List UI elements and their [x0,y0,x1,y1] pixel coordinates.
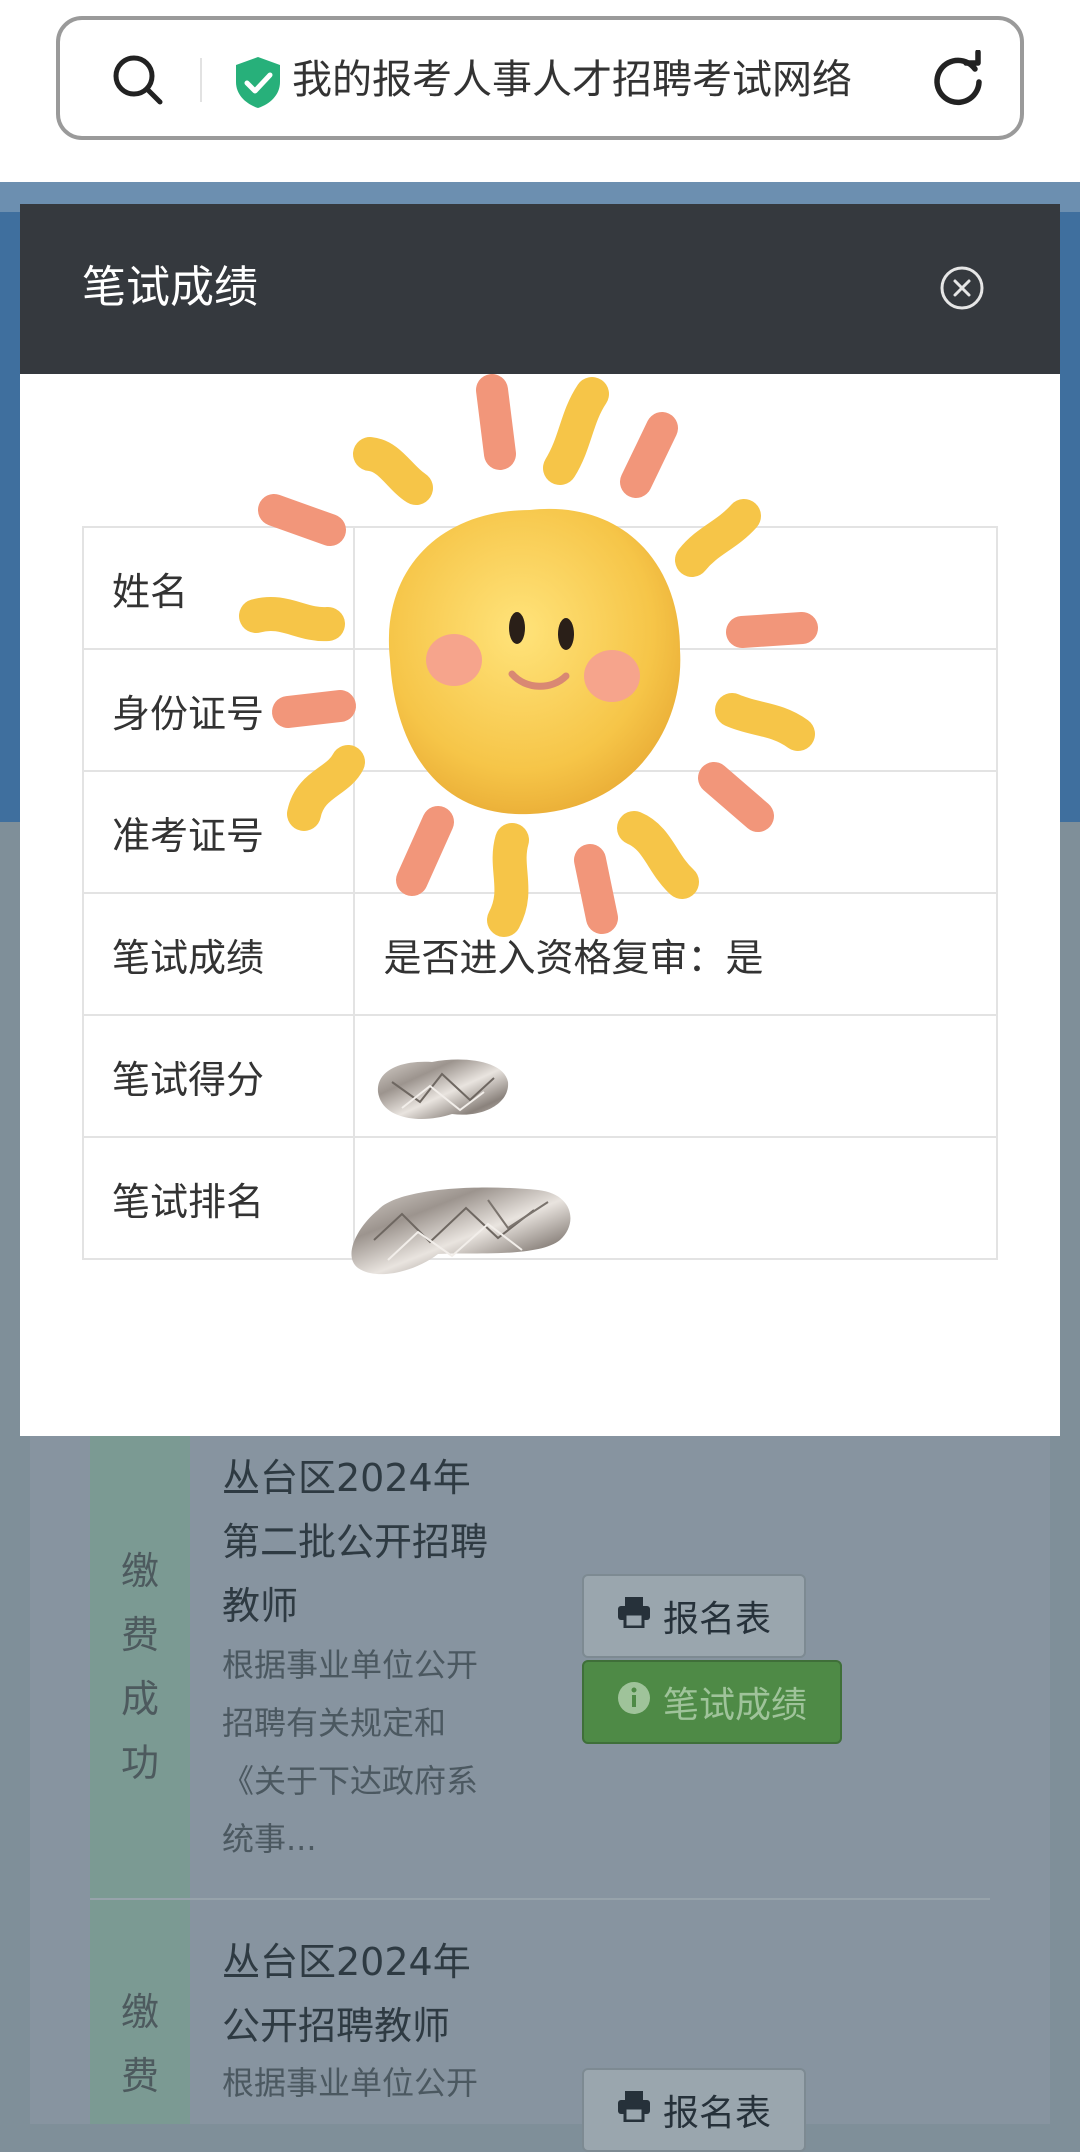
exam-title-line: 第二批公开招聘 [222,1520,489,1564]
status-char: 费 [120,1613,159,1657]
exam-title-line: 教师 [222,1584,299,1628]
table-row: 笔试得分 [81,1014,998,1138]
desc-line: 统事... [222,1820,317,1858]
sun-sticker [239,374,818,937]
reload-icon[interactable] [928,49,988,114]
modal-title: 笔试成绩 [82,262,258,313]
print-icon [617,2090,651,2131]
exam-title-line: 丛台区2024年 [222,1940,471,1984]
status-char: 缴 [120,1549,159,1593]
registration-form-button[interactable]: 报名表 [582,2068,806,2152]
row-label-written-score: 笔试得分 [81,1014,356,1138]
shield-check-icon [232,54,284,114]
exam-title-line: 丛台区2024年 [222,1456,471,1500]
registration-form-button[interactable]: 报名表 [582,1574,806,1658]
registration-form-label: 报名表 [662,1599,771,1640]
written-score-button[interactable]: 笔试成绩 [582,1660,842,1744]
status-column: 缴 费 [90,1900,190,2124]
status-char: 成 [120,1677,159,1721]
exam-description: 根据事业单位公开 [222,2054,542,2112]
status-char: 缴 [120,1990,159,2034]
address-divider [200,58,202,102]
browser-toolbar: 我的报考人事人才招聘考试网络 [0,0,1080,182]
exam-title[interactable]: 丛台区2024年 公开招聘教师 [222,1930,542,2058]
page-title[interactable]: 我的报考人事人才招聘考试网络 [292,48,952,112]
desc-line: 《关于下达政府系 [222,1762,479,1800]
close-icon[interactable] [938,264,986,316]
print-icon [617,1596,651,1637]
registration-form-label: 报名表 [662,2093,771,2134]
desc-line: 根据事业单位公开 [222,2064,479,2102]
status-char: 功 [120,1741,159,1785]
exam-title-line: 公开招聘教师 [222,2004,451,2048]
exam-description: 根据事业单位公开 招聘有关规定和 《关于下达政府系 统事... [222,1636,542,1868]
address-bar[interactable]: 我的报考人事人才招聘考试网络 [56,16,1024,140]
desc-line: 根据事业单位公开 [222,1646,479,1684]
row-label-written-rank: 笔试排名 [81,1136,356,1260]
row-divider [90,1898,990,1900]
status-column: 缴 费 成 功 [90,1436,190,1898]
status-char: 费 [120,2054,159,2098]
exam-title[interactable]: 丛台区2024年 第二批公开招聘 教师 [222,1446,542,1638]
modal-header: 笔试成绩 [20,204,1060,374]
search-icon[interactable] [108,50,168,114]
redaction-sticker [377,1059,509,1119]
written-score-label: 笔试成绩 [662,1685,807,1726]
desc-line: 招聘有关规定和 [222,1704,447,1742]
redaction-sticker [351,1187,571,1275]
info-icon [617,1681,651,1724]
